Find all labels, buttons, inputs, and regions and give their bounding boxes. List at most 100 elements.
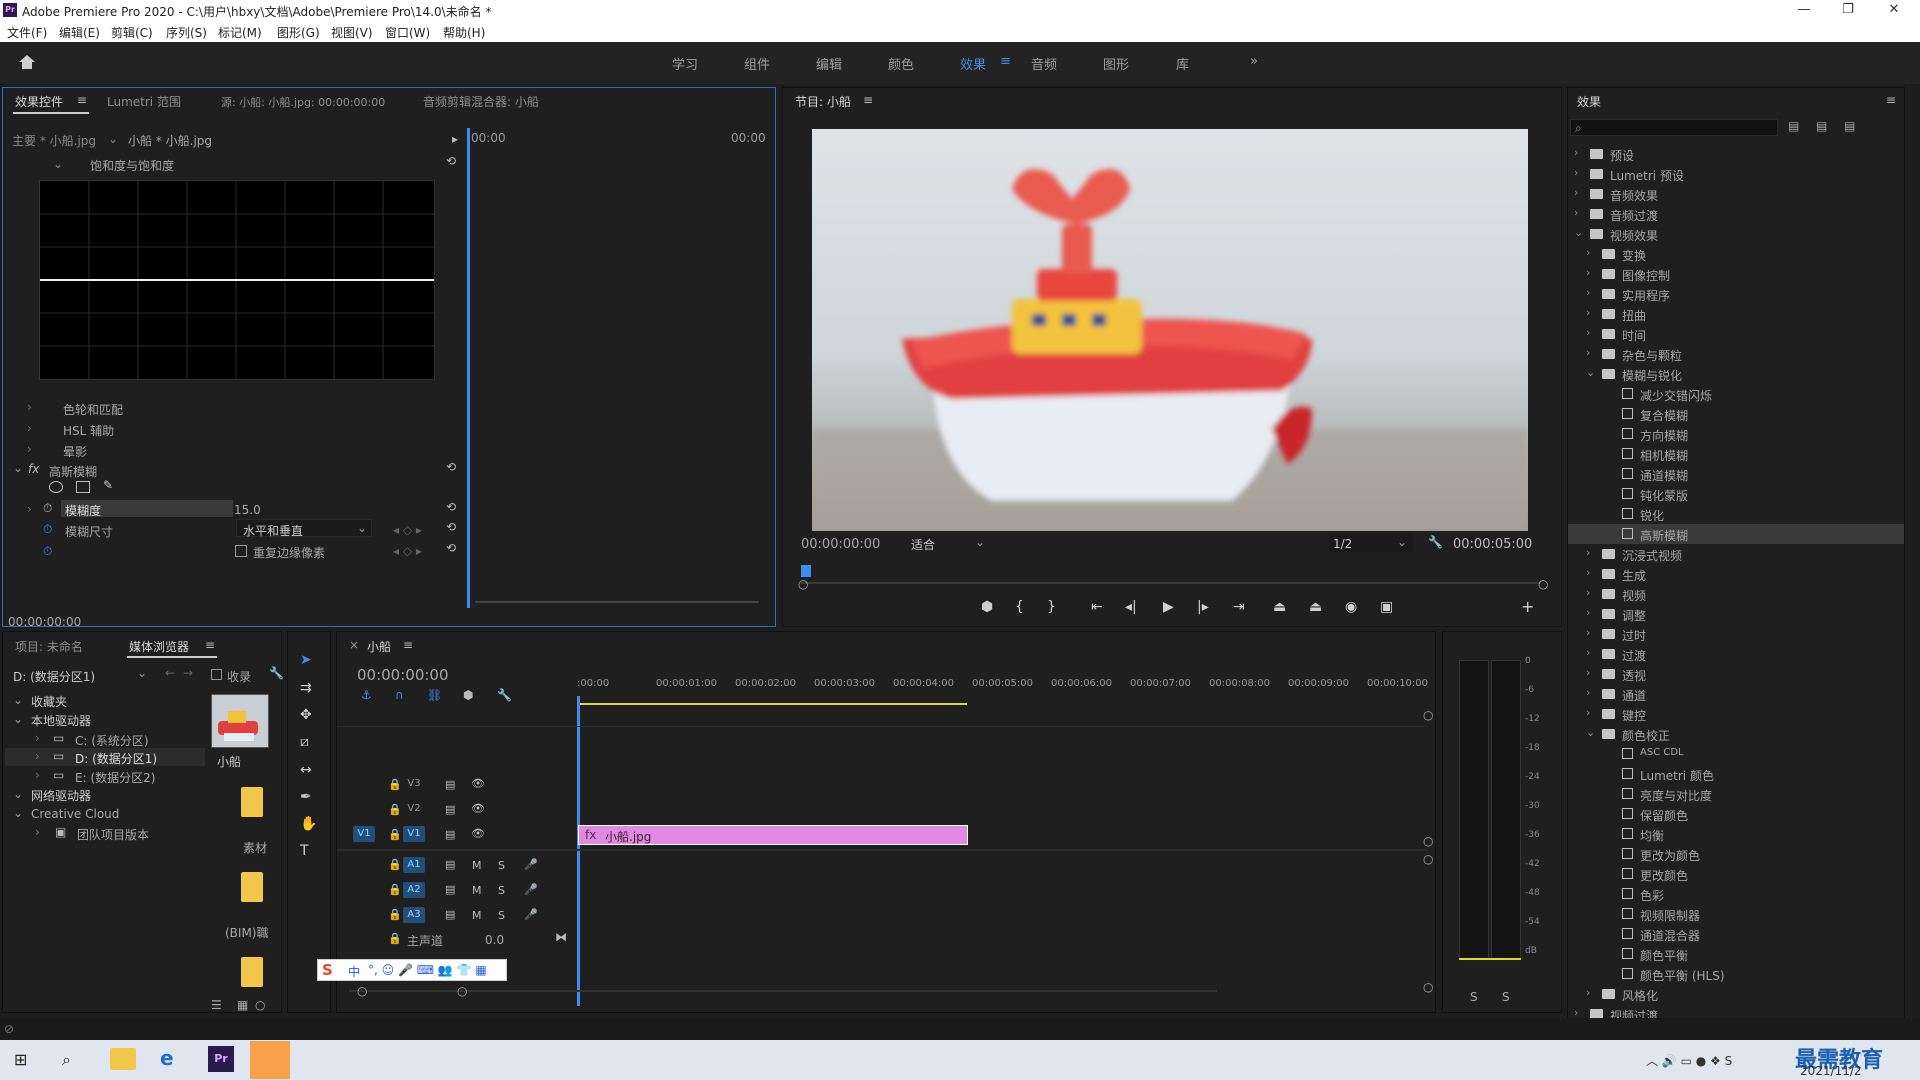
sync-lock-icon[interactable]: ▤ bbox=[445, 883, 455, 896]
effects-tree-item[interactable]: › 杂色与颗粒 bbox=[1568, 344, 1904, 364]
menu-marker[interactable]: 标记(M) bbox=[218, 24, 262, 41]
close-button[interactable]: ✕ bbox=[1880, 2, 1908, 20]
effects-tree-item[interactable]: Lumetri 颜色 bbox=[1568, 764, 1904, 784]
effects-tree-item[interactable]: › 图像控制 bbox=[1568, 264, 1904, 284]
program-playhead[interactable] bbox=[801, 565, 811, 577]
stopwatch-icon[interactable]: ⏱ bbox=[43, 501, 52, 516]
expand-chevron-icon[interactable]: › bbox=[1586, 326, 1590, 339]
track-a3[interactable]: A3 bbox=[403, 907, 425, 923]
reset-icon[interactable]: ⟲ bbox=[446, 541, 456, 555]
effects-tree-item[interactable]: 视频限制器 bbox=[1568, 904, 1904, 924]
effects-tree-item[interactable]: 亮度与对比度 bbox=[1568, 784, 1904, 804]
effects-tree-item[interactable]: 更改颜色 bbox=[1568, 864, 1904, 884]
stopwatch-icon[interactable]: ⏱ bbox=[43, 544, 52, 559]
menu-sequence[interactable]: 序列(S) bbox=[166, 24, 207, 41]
timeline-timecode[interactable]: 00:00:00:00 bbox=[357, 666, 449, 684]
mark-out-icon[interactable]: } bbox=[1047, 599, 1056, 615]
reset-icon[interactable]: ⟲ bbox=[446, 520, 456, 534]
program-scrub-bar[interactable] bbox=[801, 582, 1541, 584]
go-to-in-icon[interactable]: ⇤ bbox=[1091, 599, 1103, 615]
effects-tree-item[interactable]: › 过时 bbox=[1568, 624, 1904, 644]
effects-tree-item[interactable]: 通道模糊 bbox=[1568, 464, 1904, 484]
expand-chevron-icon[interactable]: › bbox=[1586, 246, 1590, 259]
hsl-secondary-label[interactable]: HSL 辅助 bbox=[63, 422, 114, 439]
effects-tree-item[interactable]: › 变换 bbox=[1568, 244, 1904, 264]
effects-tree-item[interactable]: ⌄ 颜色校正 bbox=[1568, 724, 1904, 744]
effects-tree-item[interactable]: › Lumetri 预设 bbox=[1568, 164, 1904, 184]
favorites-label[interactable]: 收藏夹 bbox=[31, 693, 67, 710]
pen-tool-icon[interactable]: ✒ bbox=[300, 789, 312, 805]
effects-tree-item[interactable]: › 透视 bbox=[1568, 664, 1904, 684]
expand-chevron-icon[interactable]: › bbox=[1586, 686, 1590, 699]
lock-icon[interactable]: 🔒 bbox=[388, 908, 402, 921]
ripple-edit-tool-icon[interactable]: ✥ bbox=[300, 707, 312, 723]
lock-icon[interactable]: 🔒 bbox=[388, 883, 402, 896]
rectangle-mask-icon[interactable] bbox=[76, 481, 90, 493]
folder-icon[interactable] bbox=[241, 787, 263, 817]
effects-tree-item[interactable]: › 视频 bbox=[1568, 584, 1904, 604]
clip-label[interactable]: 小船 * 小船.jpg bbox=[128, 132, 212, 149]
tray-icons[interactable]: ︿ 🔊 ▭ ● ❖ S bbox=[1646, 1052, 1732, 1069]
master-clip-label[interactable]: 主要 * 小船.jpg bbox=[12, 132, 96, 149]
program-monitor-title[interactable]: 节目: 小船 bbox=[795, 93, 851, 110]
selection-tool-icon[interactable]: ➤ bbox=[300, 652, 312, 668]
blurriness-value[interactable]: 15.0 bbox=[234, 503, 261, 517]
effects-tree-item[interactable]: 方向模糊 bbox=[1568, 424, 1904, 444]
more-workspaces-icon[interactable]: » bbox=[1250, 54, 1258, 69]
eye-icon[interactable]: 👁 bbox=[471, 802, 485, 815]
sync-lock-icon[interactable]: ▤ bbox=[445, 803, 455, 816]
effects-tree-item[interactable]: › 扭曲 bbox=[1568, 304, 1904, 324]
microphone-icon[interactable]: 🎤 bbox=[524, 883, 538, 896]
ec-timecode[interactable]: 00:00:00:00 bbox=[8, 615, 81, 629]
step-back-icon[interactable]: ◂| bbox=[1125, 599, 1137, 615]
effects-tree-item[interactable]: › 实用程序 bbox=[1568, 284, 1904, 304]
sync-lock-icon[interactable]: ▤ bbox=[445, 778, 455, 791]
blur-dimensions-dropdown[interactable]: 水平和垂直 ⌄ bbox=[236, 519, 372, 538]
network-drives-label[interactable]: 网络驱动器 bbox=[31, 787, 91, 804]
step-forward-icon[interactable]: |▸ bbox=[1197, 599, 1209, 615]
color-wheels-label[interactable]: 色轮和匹配 bbox=[63, 401, 123, 418]
button-editor-plus-icon[interactable]: + bbox=[1521, 597, 1534, 616]
drive-d-label[interactable]: D: (数据分区1) bbox=[75, 750, 157, 767]
effects-tree-item[interactable]: ASC CDL bbox=[1568, 744, 1904, 764]
effects-tree-item[interactable]: 色彩 bbox=[1568, 884, 1904, 904]
effects-tree-item[interactable]: 减少交错闪烁 bbox=[1568, 384, 1904, 404]
active-app-icon[interactable] bbox=[250, 1041, 290, 1079]
expand-chevron-icon[interactable]: › bbox=[35, 768, 40, 782]
effects-tree-item[interactable]: › 过渡 bbox=[1568, 644, 1904, 664]
fx-badge-icon[interactable]: fx bbox=[28, 462, 39, 476]
lock-icon[interactable]: 🔒 bbox=[388, 803, 402, 816]
zoom-handle-right[interactable]: ○ bbox=[457, 984, 467, 998]
tab-effect-controls[interactable]: 效果控件 bbox=[15, 93, 63, 110]
track-a2[interactable]: A2 bbox=[403, 882, 425, 898]
slip-tool-icon[interactable]: ↔ bbox=[300, 762, 312, 778]
master-volume-value[interactable]: 0.0 bbox=[485, 933, 504, 947]
vscroll-handle[interactable]: ○ bbox=[1423, 834, 1433, 848]
effects-tree-item[interactable]: › 风格化 bbox=[1568, 984, 1904, 1004]
fit-dropdown[interactable]: 适合 ⌄ bbox=[907, 534, 991, 552]
pen-mask-icon[interactable]: ✎ bbox=[103, 478, 113, 492]
track-v2[interactable]: V2 bbox=[403, 801, 425, 817]
expand-chevron-icon[interactable]: › bbox=[1586, 586, 1590, 599]
menu-edit[interactable]: 编辑(E) bbox=[59, 24, 100, 41]
timeline-zoom-scrollbar[interactable] bbox=[349, 990, 1217, 992]
panel-menu-icon[interactable]: ≡ bbox=[1886, 93, 1896, 107]
resolution-dropdown[interactable]: 1/2 ⌄ bbox=[1329, 534, 1413, 552]
menu-window[interactable]: 窗口(W) bbox=[385, 24, 430, 41]
play-icon[interactable]: ▶ bbox=[1163, 599, 1174, 615]
panel-menu-icon[interactable]: ≡ bbox=[77, 93, 87, 107]
vignette-label[interactable]: 晕影 bbox=[63, 443, 87, 460]
work-area-bar[interactable] bbox=[577, 703, 967, 705]
icon-view-icon[interactable]: ▦ bbox=[237, 998, 248, 1012]
program-video-frame[interactable] bbox=[812, 129, 1528, 531]
effects-tree-item[interactable]: › 调整 bbox=[1568, 604, 1904, 624]
solo-left-button[interactable]: S bbox=[1470, 990, 1478, 1004]
collapse-chevron-icon[interactable]: ⌄ bbox=[13, 461, 23, 475]
collapse-chevron-icon[interactable]: ⌄ bbox=[13, 806, 23, 820]
timeline-clip[interactable]: fx 小船.jpg bbox=[578, 825, 968, 845]
expand-chevron-icon[interactable]: › bbox=[1586, 986, 1590, 999]
expand-chevron-icon[interactable]: › bbox=[35, 825, 40, 839]
effects-tree-item[interactable]: 颜色平衡 bbox=[1568, 944, 1904, 964]
menu-graphics[interactable]: 图形(G) bbox=[277, 24, 320, 41]
drive-e-label[interactable]: E: (数据分区2) bbox=[75, 769, 155, 786]
